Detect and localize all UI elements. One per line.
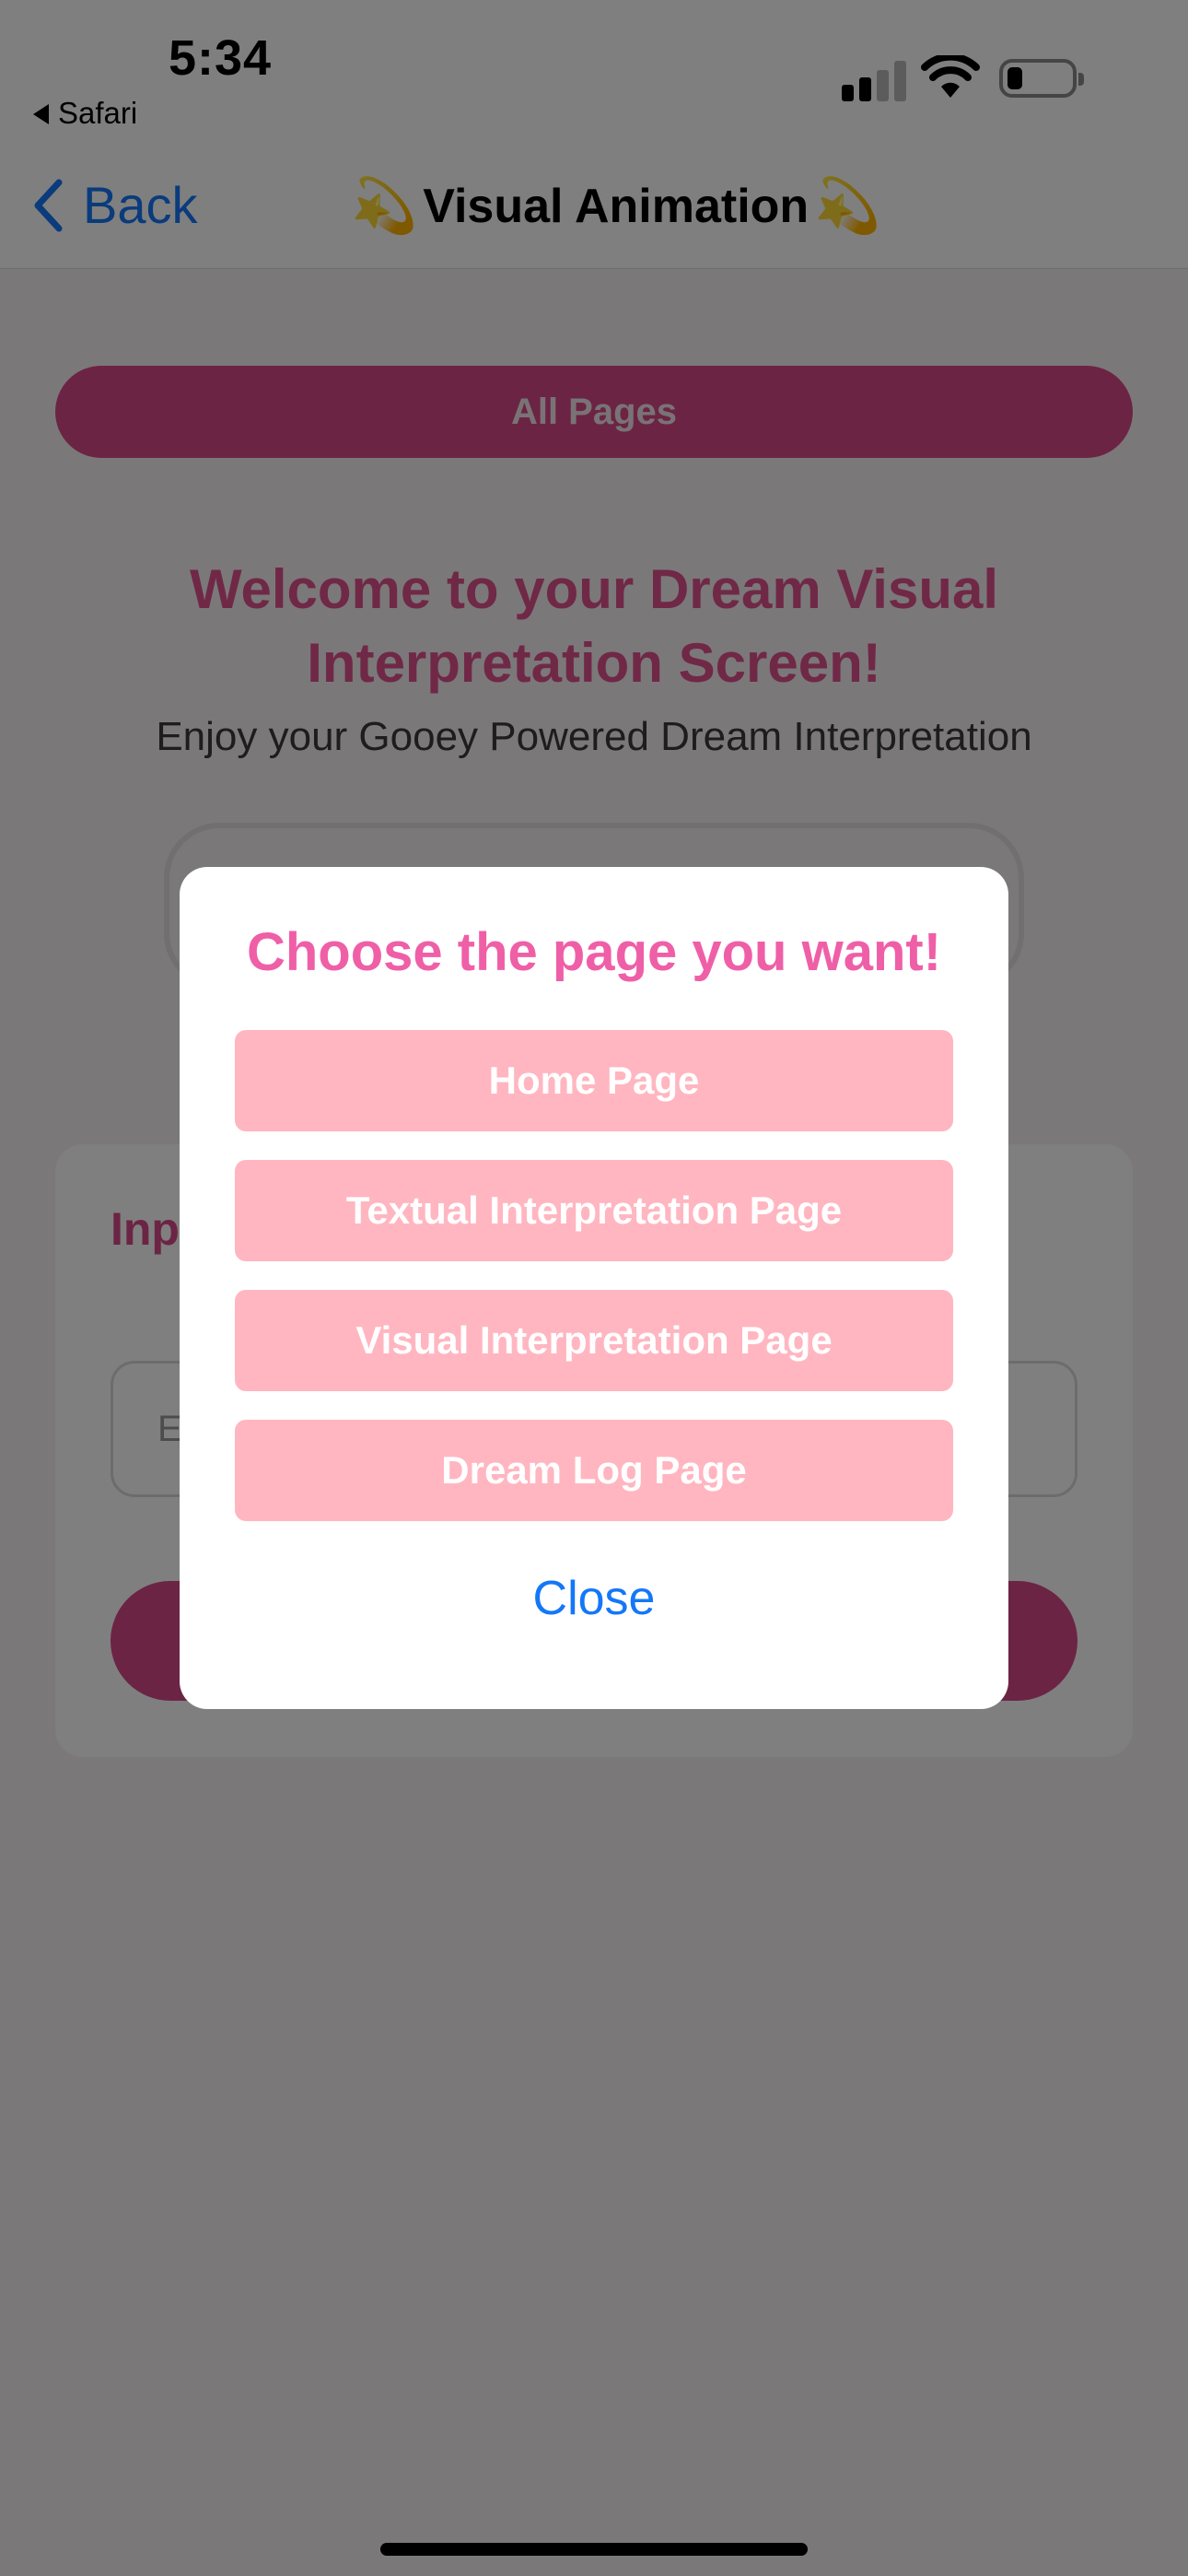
home-indicator[interactable]	[380, 2543, 808, 2556]
close-button[interactable]: Close	[180, 1571, 1008, 1626]
modal-title: Choose the page you want!	[246, 922, 942, 982]
visual-interpretation-page-button[interactable]: Visual Interpretation Page	[235, 1290, 953, 1391]
home-page-button[interactable]: Home Page	[235, 1030, 953, 1131]
textual-interpretation-page-button[interactable]: Textual Interpretation Page	[235, 1160, 953, 1261]
dream-log-page-button[interactable]: Dream Log Page	[235, 1420, 953, 1521]
